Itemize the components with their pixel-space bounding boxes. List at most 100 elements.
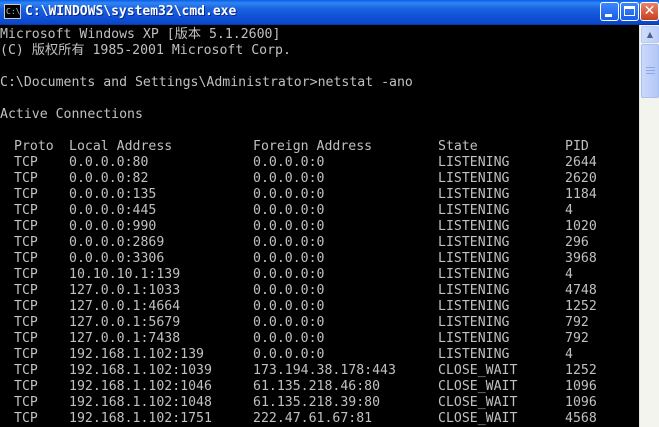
cell-state: LISTENING (438, 251, 510, 266)
cell-local-address: 192.168.1.102:1751 (69, 411, 212, 426)
cell-proto: TCP (14, 331, 38, 346)
cell-pid: 4 (565, 347, 573, 362)
cell-pid: 4 (565, 203, 573, 218)
cell-proto: TCP (14, 395, 38, 410)
table-row: TCP 0.0.0.0:3306 0.0.0.0:0 LISTENING 3968 (0, 251, 639, 267)
cell-foreign-address: 0.0.0.0:0 (253, 187, 325, 202)
cell-foreign-address: 0.0.0.0:0 (253, 299, 325, 314)
scrollbar-thumb[interactable] (641, 44, 659, 98)
cell-foreign-address: 0.0.0.0:0 (253, 331, 325, 346)
cell-foreign-address: 0.0.0.0:0 (253, 251, 325, 266)
cell-foreign-address: 0.0.0.0:0 (253, 203, 325, 218)
column-header-pid: PID (565, 139, 589, 154)
banner-line: (C) 版权所有 1985-2001 Microsoft Corp. (0, 43, 291, 58)
cell-pid: 1096 (565, 395, 597, 410)
cell-state: LISTENING (438, 299, 510, 314)
cell-local-address: 0.0.0.0:3306 (69, 251, 165, 266)
cell-proto: TCP (14, 155, 38, 170)
cell-local-address: 0.0.0.0:80 (69, 155, 149, 170)
cell-state: LISTENING (438, 331, 510, 346)
cell-state: LISTENING (438, 155, 510, 170)
close-button[interactable]: ✕ (640, 2, 659, 21)
cell-state: CLOSE_WAIT (438, 411, 518, 426)
cell-pid: 4568 (565, 411, 597, 426)
minimize-button[interactable] (600, 2, 619, 21)
column-header-state: State (438, 139, 478, 154)
cell-proto: TCP (14, 363, 38, 378)
table-row: TCP 127.0.0.1:4664 0.0.0.0:0 LISTENING 1252 (0, 299, 639, 315)
cell-foreign-address: 0.0.0.0:0 (253, 219, 325, 234)
cell-pid: 4 (565, 267, 573, 282)
table-row: TCP 192.168.1.102:1046 61.135.218.46:80 CLO… (0, 379, 639, 395)
cell-local-address: 192.168.1.102:1039 (69, 363, 212, 378)
cell-foreign-address: 222.47.61.67:81 (253, 411, 373, 426)
column-header-foreign-address: Foreign Address (253, 139, 373, 154)
cell-foreign-address: 61.135.218.46:80 (253, 379, 381, 394)
maximize-icon (624, 6, 635, 16)
column-header-proto: Proto (14, 139, 54, 154)
cell-local-address: 0.0.0.0:82 (69, 171, 149, 186)
close-icon: ✕ (643, 3, 656, 19)
cell-proto: TCP (14, 171, 38, 186)
cell-local-address: 10.10.10.1:139 (69, 267, 181, 282)
cmd-icon[interactable]: C:\ (4, 4, 21, 19)
table-row: TCP 127.0.0.1:7438 0.0.0.0:0 LISTENING 792 (0, 331, 639, 347)
table-row: TCP 0.0.0.0:445 0.0.0.0:0 LISTENING 4 (0, 203, 639, 219)
banner-line: Microsoft Windows XP [版本 5.1.2600] (0, 27, 281, 42)
cell-state: LISTENING (438, 171, 510, 186)
console-output[interactable]: Microsoft Windows XP [版本 5.1.2600] (C) 版… (0, 25, 639, 427)
cell-pid: 2644 (565, 155, 597, 170)
cell-pid: 792 (565, 331, 589, 346)
cell-local-address: 127.0.0.1:1033 (69, 283, 181, 298)
maximize-button[interactable] (620, 2, 639, 21)
cell-state: LISTENING (438, 347, 510, 362)
cell-proto: TCP (14, 235, 38, 250)
cell-foreign-address: 61.135.218.39:80 (253, 395, 381, 410)
cell-state: LISTENING (438, 315, 510, 330)
cell-proto: TCP (14, 315, 38, 330)
cell-proto: TCP (14, 203, 38, 218)
cell-pid: 296 (565, 235, 589, 250)
cell-local-address: 0.0.0.0:445 (69, 203, 157, 218)
cell-pid: 1252 (565, 363, 597, 378)
cell-proto: TCP (14, 299, 38, 314)
table-row: TCP 10.10.10.1:139 0.0.0.0:0 LISTENING 4 (0, 267, 639, 283)
cell-state: LISTENING (438, 187, 510, 202)
cell-proto: TCP (14, 267, 38, 282)
cell-local-address: 192.168.1.102:1046 (69, 379, 212, 394)
cell-proto: TCP (14, 187, 38, 202)
cell-local-address: 0.0.0.0:2869 (69, 235, 165, 250)
cell-proto: TCP (14, 347, 38, 362)
cell-state: LISTENING (438, 283, 510, 298)
command-prompt: C:\Documents and Settings\Administrator>… (0, 75, 413, 90)
table-row: TCP 192.168.1.102:1751 222.47.61.67:81 CLOS… (0, 411, 639, 427)
column-header-local-address: Local Address (69, 139, 173, 154)
cell-local-address: 0.0.0.0:990 (69, 219, 157, 234)
table-header: Proto Local Address Foreign Address Stat… (0, 139, 639, 155)
table-row: TCP 127.0.0.1:5679 0.0.0.0:0 LISTENING 792 (0, 315, 639, 331)
table-row: TCP 0.0.0.0:135 0.0.0.0:0 LISTENING 1184 (0, 187, 639, 203)
title-bar[interactable]: C:\ C:\WINDOWS\system32\cmd.exe ✕ (0, 0, 659, 25)
grip-line (646, 70, 655, 71)
table-row: TCP 0.0.0.0:990 0.0.0.0:0 LISTENING 1020 (0, 219, 639, 235)
cell-foreign-address: 0.0.0.0:0 (253, 267, 325, 282)
cell-foreign-address: 173.194.38.178:443 (253, 363, 396, 378)
cell-foreign-address: 0.0.0.0:0 (253, 283, 325, 298)
cell-pid: 1096 (565, 379, 597, 394)
cell-state: LISTENING (438, 219, 510, 234)
cell-local-address: 127.0.0.1:4664 (69, 299, 181, 314)
cell-local-address: 192.168.1.102:139 (69, 347, 204, 362)
cell-foreign-address: 0.0.0.0:0 (253, 155, 325, 170)
cell-foreign-address: 0.0.0.0:0 (253, 171, 325, 186)
cell-pid: 1020 (565, 219, 597, 234)
scroll-up-button[interactable]: ▲ (641, 26, 659, 43)
vertical-scrollbar[interactable]: ▲ (639, 25, 659, 427)
cell-pid: 4748 (565, 283, 597, 298)
table-row: TCP 192.168.1.102:139 0.0.0.0:0 LISTENING 4 (0, 347, 639, 363)
cell-pid: 792 (565, 315, 589, 330)
cell-proto: TCP (14, 283, 38, 298)
cell-pid: 1252 (565, 299, 597, 314)
grip-line (646, 67, 655, 68)
table-row: TCP 0.0.0.0:82 0.0.0.0:0 LISTENING 2620 (0, 171, 639, 187)
cell-state: LISTENING (438, 235, 510, 250)
